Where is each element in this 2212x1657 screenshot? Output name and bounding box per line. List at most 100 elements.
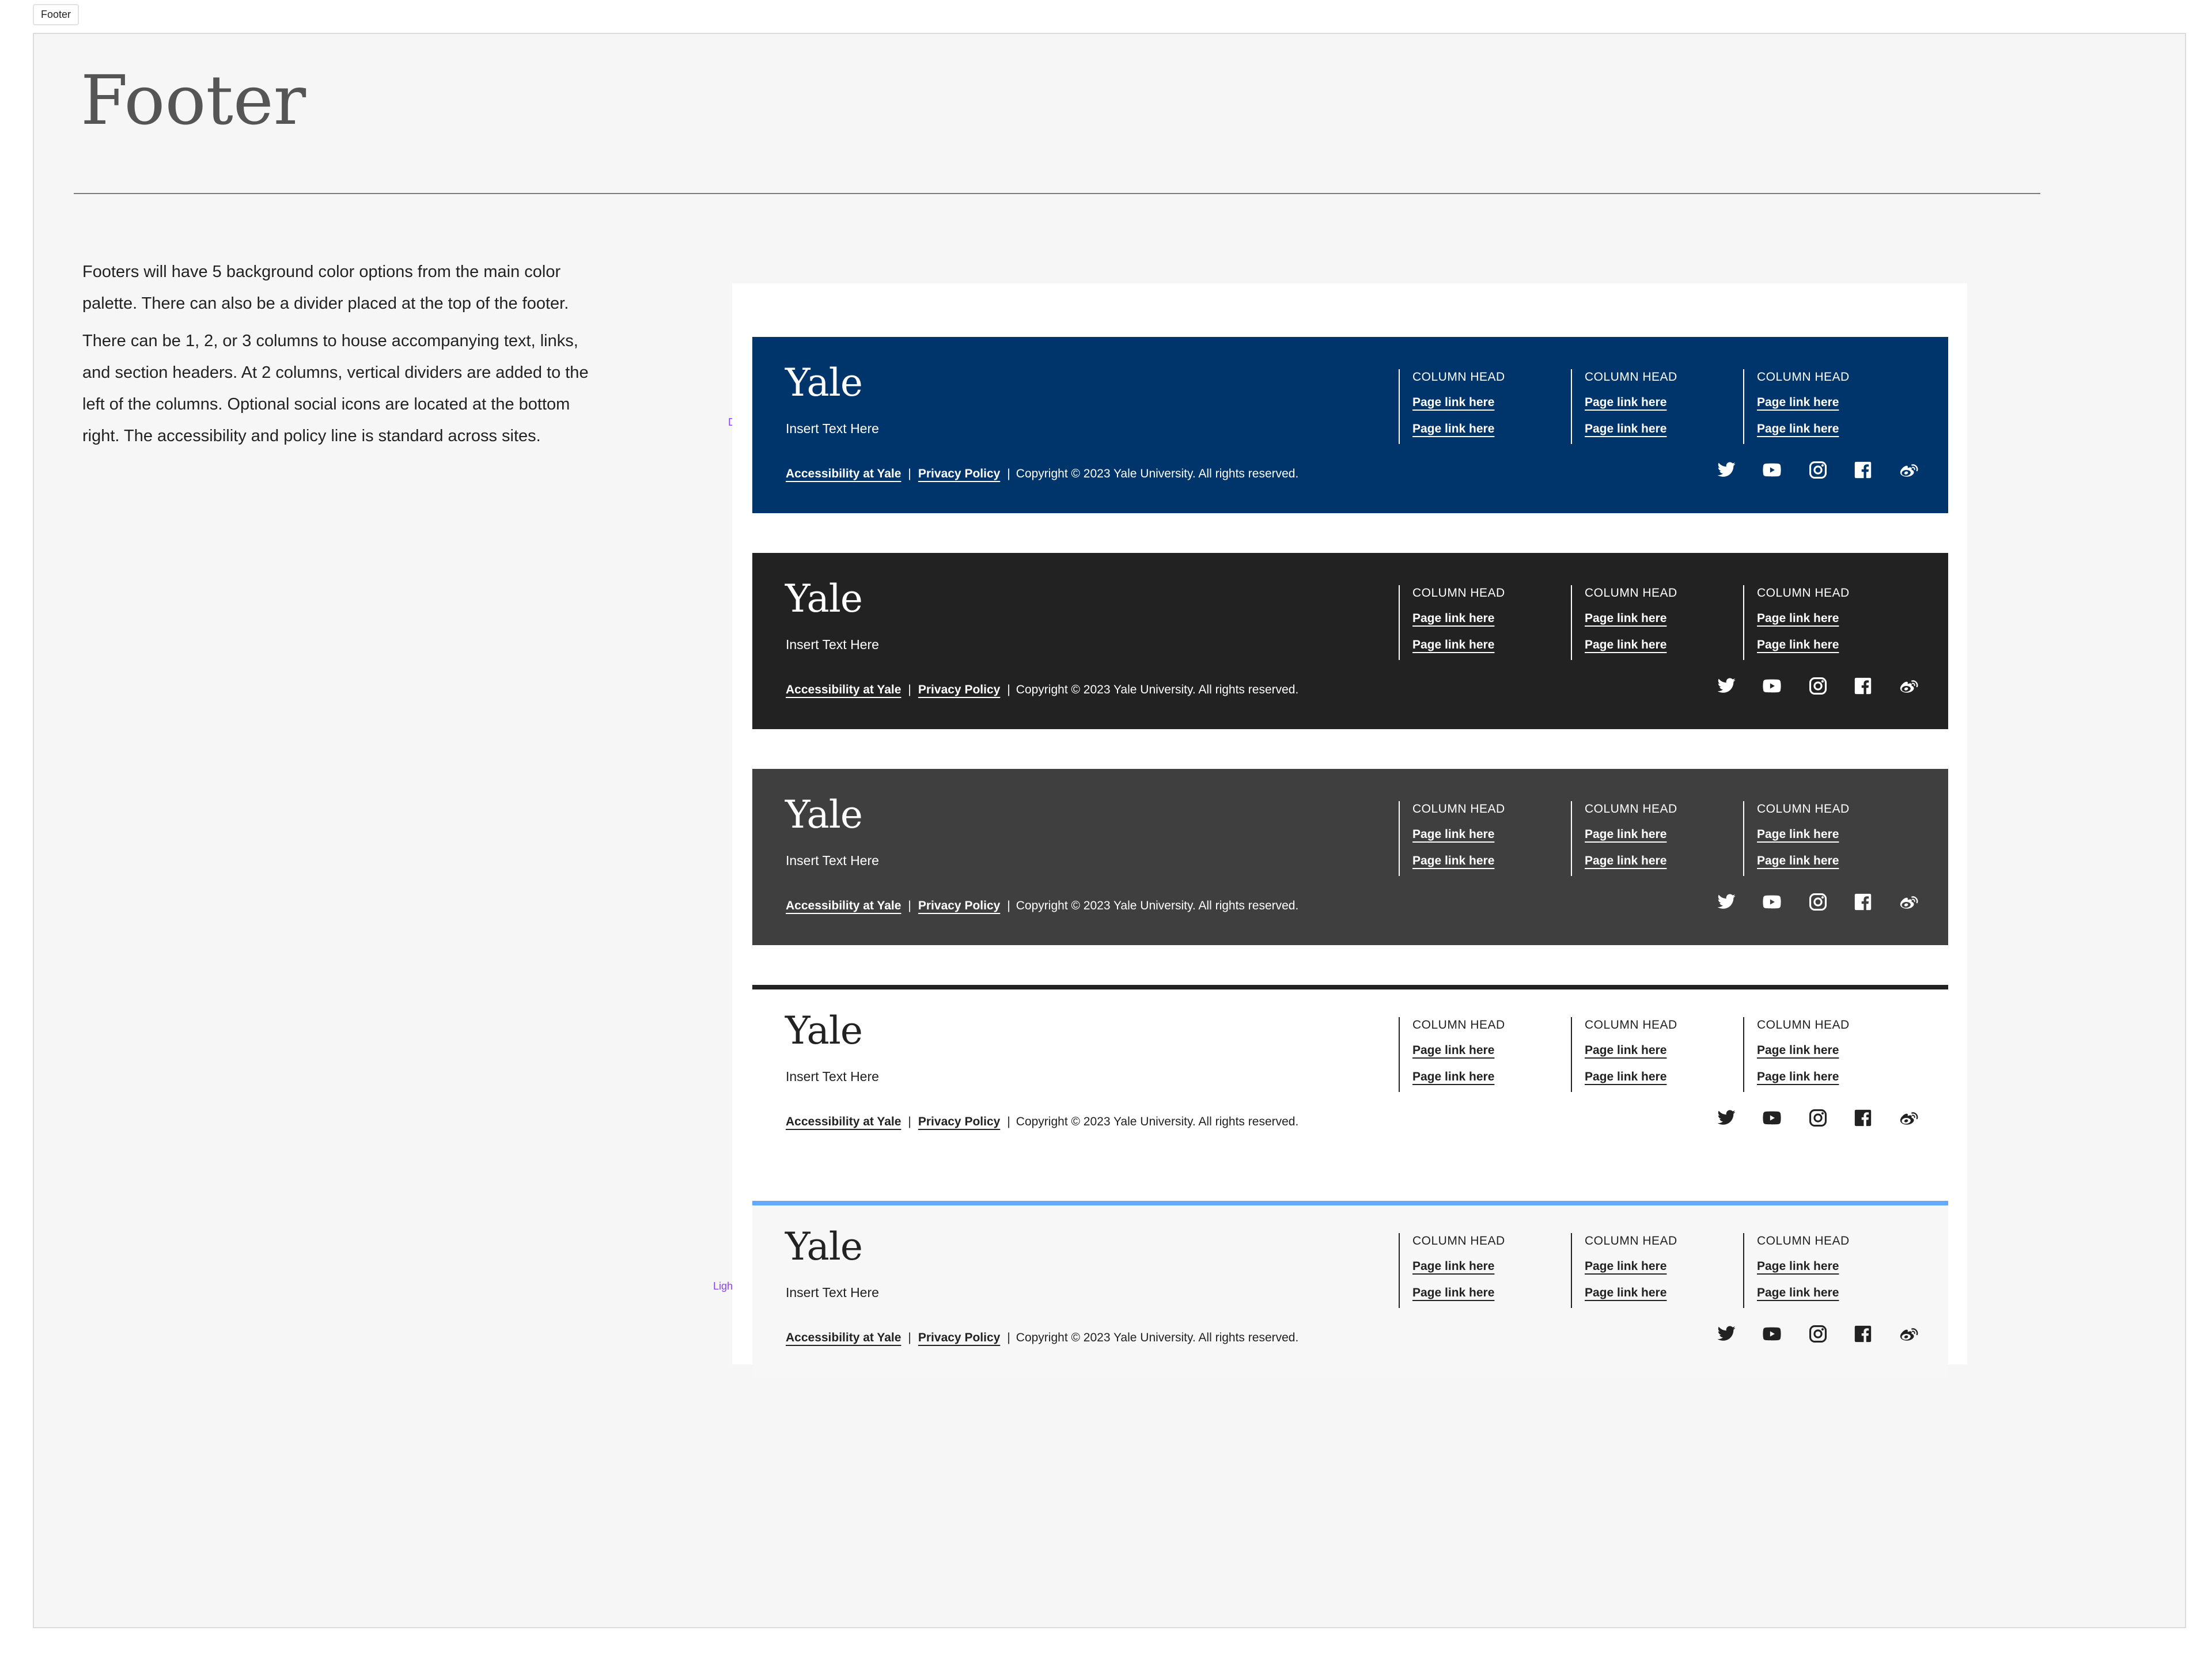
legal-separator: | (1007, 1331, 1010, 1344)
footer-column: COLUMN HEAD Page link here Page link here (1743, 1233, 1850, 1308)
page-link[interactable]: Page link here (1757, 422, 1850, 436)
page-link[interactable]: Page link here (1757, 396, 1850, 409)
column-head: COLUMN HEAD (1412, 586, 1505, 600)
youtube-icon[interactable] (1762, 892, 1782, 912)
twitter-icon[interactable] (1716, 892, 1737, 912)
footer-column: COLUMN HEAD Page link here Page link here (1571, 1233, 1677, 1308)
page-link[interactable]: Page link here (1412, 1044, 1505, 1057)
weibo-icon[interactable] (1898, 892, 1919, 912)
instagram-icon[interactable] (1808, 1108, 1828, 1128)
instagram-icon[interactable] (1808, 460, 1828, 480)
page-link[interactable]: Page link here (1757, 1286, 1850, 1300)
copyright-text: Copyright © 2023 Yale University. All ri… (1016, 1331, 1299, 1344)
footer-column: COLUMN HEAD Page link here Page link here (1743, 1017, 1850, 1092)
legal-line: Accessibility at Yale | Privacy Policy | Cop… (786, 1115, 1298, 1129)
instagram-icon[interactable] (1808, 1324, 1828, 1344)
legal-separator: | (908, 467, 911, 480)
column-head: COLUMN HEAD (1585, 802, 1677, 816)
accessibility-link[interactable]: Accessibility at Yale (786, 683, 901, 696)
page-link[interactable]: Page link here (1585, 612, 1677, 625)
twitter-icon[interactable] (1716, 1108, 1737, 1128)
yale-logo[interactable]: Yale (785, 1225, 863, 1269)
page-link[interactable]: Page link here (1412, 1260, 1505, 1273)
facebook-icon[interactable] (1853, 676, 1873, 696)
footer-column: COLUMN HEAD Page link here Page link here (1571, 585, 1677, 660)
page-link[interactable]: Page link here (1757, 612, 1850, 625)
privacy-policy-link[interactable]: Privacy Policy (918, 899, 1000, 912)
page-link[interactable]: Page link here (1412, 1070, 1505, 1084)
instagram-icon[interactable] (1808, 892, 1828, 912)
page-link[interactable]: Page link here (1757, 1070, 1850, 1084)
page-link[interactable]: Page link here (1585, 396, 1677, 409)
facebook-icon[interactable] (1853, 460, 1873, 480)
page-link[interactable]: Page link here (1585, 1044, 1677, 1057)
twitter-icon[interactable] (1716, 676, 1737, 696)
accessibility-link[interactable]: Accessibility at Yale (786, 1115, 901, 1128)
weibo-icon[interactable] (1898, 1108, 1919, 1128)
legal-line: Accessibility at Yale | Privacy Policy | Cop… (786, 467, 1298, 481)
page-link[interactable]: Page link here (1757, 854, 1850, 868)
copyright-text: Copyright © 2023 Yale University. All ri… (1016, 467, 1299, 480)
page-link[interactable]: Page link here (1412, 422, 1505, 436)
yale-logo[interactable]: Yale (785, 577, 863, 621)
accessibility-link[interactable]: Accessibility at Yale (786, 899, 901, 912)
footer-column: COLUMN HEAD Page link here Page link here (1743, 369, 1850, 444)
footer-variant: Yale Insert Text Here Accessibility at Yal… (752, 769, 1948, 945)
instagram-icon[interactable] (1808, 676, 1828, 696)
yale-logo[interactable]: Yale (785, 793, 863, 837)
yale-logo[interactable]: Yale (785, 361, 863, 405)
weibo-icon[interactable] (1898, 460, 1919, 480)
page-link[interactable]: Page link here (1412, 828, 1505, 841)
page-link[interactable]: Page link here (1412, 396, 1505, 409)
description: Footers will have 5 background color opt… (82, 256, 601, 458)
legal-separator: | (1007, 899, 1010, 912)
page-link[interactable]: Page link here (1585, 828, 1677, 841)
page-link[interactable]: Page link here (1585, 1070, 1677, 1084)
page-link[interactable]: Page link here (1412, 854, 1505, 868)
privacy-policy-link[interactable]: Privacy Policy (918, 1331, 1000, 1344)
youtube-icon[interactable] (1762, 1324, 1782, 1344)
legal-separator: | (908, 1331, 911, 1344)
footer-tagline: Insert Text Here (786, 1069, 879, 1084)
column-head: COLUMN HEAD (1757, 1234, 1850, 1248)
privacy-policy-link[interactable]: Privacy Policy (918, 683, 1000, 696)
footer-variant: Yale Insert Text Here Accessibility at Yal… (752, 553, 1948, 729)
youtube-icon[interactable] (1762, 676, 1782, 696)
footer-column: COLUMN HEAD Page link here Page link here (1399, 585, 1505, 660)
page-link[interactable]: Page link here (1412, 1286, 1505, 1300)
page-link[interactable]: Page link here (1412, 638, 1505, 652)
page-link[interactable]: Page link here (1757, 1260, 1850, 1273)
page-link[interactable]: Page link here (1585, 1286, 1677, 1300)
footer-column: COLUMN HEAD Page link here Page link here (1399, 1017, 1505, 1092)
page-link[interactable]: Page link here (1757, 828, 1850, 841)
privacy-policy-link[interactable]: Privacy Policy (918, 1115, 1000, 1128)
youtube-icon[interactable] (1762, 1108, 1782, 1128)
privacy-policy-link[interactable]: Privacy Policy (918, 467, 1000, 480)
weibo-icon[interactable] (1898, 676, 1919, 696)
weibo-icon[interactable] (1898, 1324, 1919, 1344)
yale-logo[interactable]: Yale (785, 1009, 863, 1053)
facebook-icon[interactable] (1853, 892, 1873, 912)
page-link[interactable]: Page link here (1412, 612, 1505, 625)
page-link[interactable]: Page link here (1757, 1044, 1850, 1057)
legal-separator: | (1007, 683, 1010, 696)
facebook-icon[interactable] (1853, 1108, 1873, 1128)
footer-tagline: Insert Text Here (786, 853, 879, 868)
footer-variant: Yale Insert Text Here Accessibility at Yal… (752, 1201, 1948, 1377)
column-head: COLUMN HEAD (1585, 370, 1677, 384)
description-paragraph: There can be 1, 2, or 3 columns to house… (82, 332, 589, 445)
youtube-icon[interactable] (1762, 460, 1782, 480)
page-link[interactable]: Page link here (1585, 854, 1677, 868)
page-link[interactable]: Page link here (1585, 1260, 1677, 1273)
twitter-icon[interactable] (1716, 1324, 1737, 1344)
page-link[interactable]: Page link here (1757, 638, 1850, 652)
page-link[interactable]: Page link here (1585, 422, 1677, 436)
twitter-icon[interactable] (1716, 460, 1737, 480)
footer-column: COLUMN HEAD Page link here Page link here (1399, 1233, 1505, 1308)
page-link[interactable]: Page link here (1585, 638, 1677, 652)
facebook-icon[interactable] (1853, 1324, 1873, 1344)
accessibility-link[interactable]: Accessibility at Yale (786, 467, 901, 480)
legal-line: Accessibility at Yale | Privacy Policy | Cop… (786, 899, 1298, 913)
accessibility-link[interactable]: Accessibility at Yale (786, 1331, 901, 1344)
footer-column: COLUMN HEAD Page link here Page link here (1743, 585, 1850, 660)
